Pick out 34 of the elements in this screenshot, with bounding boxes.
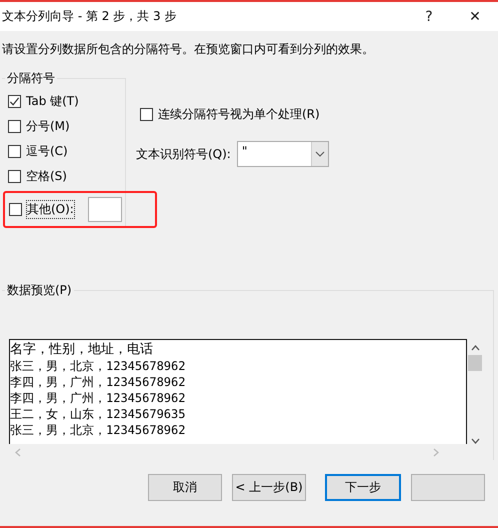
preview-row-text: 张三，男，北京，12345678962	[10, 358, 186, 374]
qualifier-label: 文本识别符号(Q):	[136, 146, 231, 162]
scroll-thumb[interactable]	[468, 355, 482, 371]
checkbox[interactable]	[8, 145, 21, 158]
other-delimiter-field[interactable]	[88, 197, 122, 222]
checkbox[interactable]	[140, 108, 153, 121]
group-title: 数据预览(P)	[5, 282, 74, 299]
preview-row-text: 名字，性别，地址，电话	[10, 342, 154, 358]
preview-row-text: 王二，女，山东，12345679635	[10, 406, 186, 422]
checkbox[interactable]	[9, 203, 22, 216]
checkbox[interactable]	[8, 95, 21, 108]
wizard-button[interactable]: 取消	[148, 474, 222, 501]
checkbox-label[interactable]: Tab 键(T)	[26, 93, 79, 110]
checkbox-label[interactable]: 空格(S)	[26, 168, 67, 185]
wizard-button[interactable]: < 上一步(B)	[232, 474, 306, 501]
preview-row-text: 李四，男，广州，12345678962	[10, 374, 186, 390]
instruction-text: 请设置分列数据所包含的分隔符号。在预览窗口内可看到分列的效果。	[2, 41, 375, 58]
qualifier-dropdown[interactable]: "	[236, 141, 329, 167]
scroll-up-icon[interactable]	[470, 345, 480, 351]
close-button[interactable]: ✕	[452, 2, 498, 31]
preview-row-text: 李四，男，广州，12345678962	[10, 390, 186, 406]
group-title: 分隔符号	[5, 70, 57, 87]
chevron-down-icon	[314, 151, 325, 157]
checkbox-label[interactable]: 逗号(C)	[26, 143, 68, 160]
checkbox[interactable]	[8, 120, 21, 133]
preview-row-text: 张三，男，北京，12345678962	[10, 422, 186, 438]
checkbox[interactable]	[8, 170, 21, 183]
scroll-down-icon[interactable]	[470, 438, 480, 444]
checkbox-label[interactable]: 分号(M)	[26, 118, 70, 135]
checkbox-label[interactable]: 其他(O):	[27, 201, 74, 218]
window-title: 文本分列向导 - 第 2 步，共 3 步	[2, 8, 178, 25]
wizard-button[interactable]: 下一步	[325, 474, 401, 501]
help-button[interactable]: ?	[406, 2, 452, 31]
checkbox-label[interactable]: 连续分隔符号视为单个处理(R)	[158, 106, 320, 123]
